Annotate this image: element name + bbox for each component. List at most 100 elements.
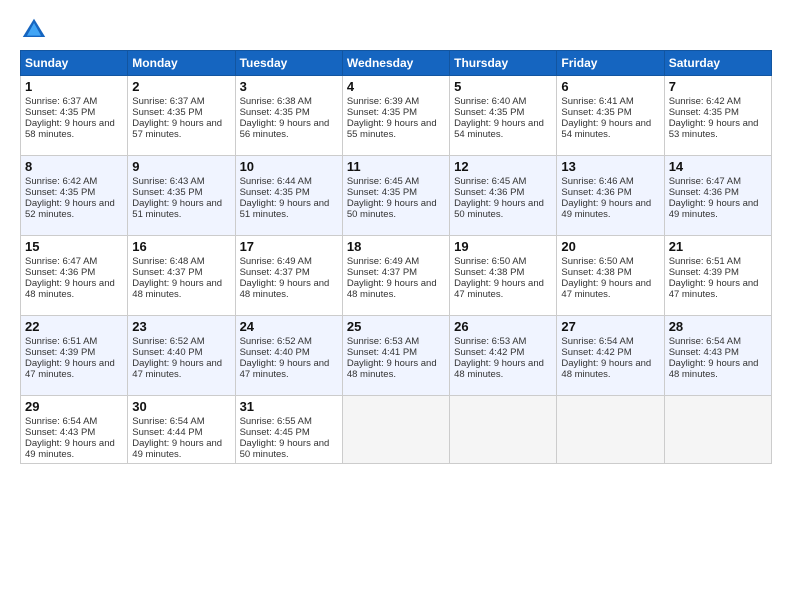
sunrise-line: Sunrise: 6:38 AM xyxy=(240,96,312,107)
calendar-cell: 20Sunrise: 6:50 AMSunset: 4:38 PMDayligh… xyxy=(557,236,664,316)
day-header-saturday: Saturday xyxy=(664,51,771,76)
daylight-label: Daylight: 9 hours and 58 minutes. xyxy=(25,118,115,140)
calendar-cell: 11Sunrise: 6:45 AMSunset: 4:35 PMDayligh… xyxy=(342,156,449,236)
calendar-cell: 30Sunrise: 6:54 AMSunset: 4:44 PMDayligh… xyxy=(128,396,235,464)
calendar-cell: 18Sunrise: 6:49 AMSunset: 4:37 PMDayligh… xyxy=(342,236,449,316)
sunset-line: Sunset: 4:35 PM xyxy=(240,107,310,118)
week-row-4: 22 Sunrise: 6:51 AMSunset: 4:39 PM Dayligh… xyxy=(21,316,772,396)
daylight-label: Daylight: 9 hours and 48 minutes. xyxy=(240,278,330,300)
sunrise-line: Sunrise: 6:51 AM xyxy=(25,336,97,347)
sunset-line: Sunset: 4:38 PM xyxy=(454,267,524,278)
sunrise-line: Sunrise: 6:46 AM xyxy=(561,176,633,187)
daylight-label: Daylight: 9 hours and 48 minutes. xyxy=(454,358,544,380)
calendar-cell: 7Sunrise: 6:42 AMSunset: 4:35 PMDaylight… xyxy=(664,76,771,156)
sunset-line: Sunset: 4:37 PM xyxy=(240,267,310,278)
daylight-label: Daylight: 9 hours and 54 minutes. xyxy=(454,118,544,140)
day-number: 26 xyxy=(454,319,552,334)
daylight-label: Daylight: 9 hours and 49 minutes. xyxy=(25,438,115,460)
calendar-cell: 2Sunrise: 6:37 AMSunset: 4:35 PMDaylight… xyxy=(128,76,235,156)
sunset-line: Sunset: 4:37 PM xyxy=(347,267,417,278)
sunset-line: Sunset: 4:42 PM xyxy=(561,347,631,358)
sunset-line: Sunset: 4:39 PM xyxy=(669,267,739,278)
sunrise-line: Sunrise: 6:53 AM xyxy=(454,336,526,347)
day-number: 10 xyxy=(240,159,338,174)
day-number: 3 xyxy=(240,79,338,94)
sunrise-line: Sunrise: 6:37 AM xyxy=(132,96,204,107)
day-number: 9 xyxy=(132,159,230,174)
daylight-label: Daylight: 9 hours and 57 minutes. xyxy=(132,118,222,140)
daylight-label: Daylight: 9 hours and 48 minutes. xyxy=(132,278,222,300)
sunrise-line: Sunrise: 6:54 AM xyxy=(561,336,633,347)
sunrise-line: Sunrise: 6:52 AM xyxy=(132,336,204,347)
sunrise-line: Sunrise: 6:51 AM xyxy=(669,256,741,267)
calendar-cell: 22Sunrise: 6:51 AMSunset: 4:39 PMDayligh… xyxy=(21,316,128,396)
daylight-label: Daylight: 9 hours and 47 minutes. xyxy=(669,278,759,300)
daylight-label: Daylight: 9 hours and 56 minutes. xyxy=(240,118,330,140)
calendar-cell: 14Sunrise: 6:47 AMSunset: 4:36 PMDayligh… xyxy=(664,156,771,236)
sunrise-line: Sunrise: 6:43 AM xyxy=(132,176,204,187)
sunrise-line: Sunrise: 6:39 AM xyxy=(347,96,419,107)
sunrise-line: Sunrise: 6:50 AM xyxy=(454,256,526,267)
sunrise-line: Sunrise: 6:44 AM xyxy=(240,176,312,187)
sunrise-line: Sunrise: 6:54 AM xyxy=(25,416,97,427)
calendar-cell: 28Sunrise: 6:54 AMSunset: 4:43 PMDayligh… xyxy=(664,316,771,396)
calendar-cell: 29Sunrise: 6:54 AMSunset: 4:43 PMDayligh… xyxy=(21,396,128,464)
calendar-cell xyxy=(557,396,664,464)
calendar-cell: 21Sunrise: 6:51 AMSunset: 4:39 PMDayligh… xyxy=(664,236,771,316)
sunrise-line: Sunrise: 6:52 AM xyxy=(240,336,312,347)
day-number: 5 xyxy=(454,79,552,94)
sunrise-line: Sunrise: 6:41 AM xyxy=(561,96,633,107)
sunrise-line: Sunrise: 6:50 AM xyxy=(561,256,633,267)
calendar-cell: 23Sunrise: 6:52 AMSunset: 4:40 PMDayligh… xyxy=(128,316,235,396)
week-row-3: 15Sunrise: 6:47 AMSunset: 4:36 PMDayligh… xyxy=(21,236,772,316)
sunrise-line: Sunrise: 6:53 AM xyxy=(347,336,419,347)
sunrise-line: Sunrise: 6:48 AM xyxy=(132,256,204,267)
calendar-cell xyxy=(664,396,771,464)
day-number: 2 xyxy=(132,79,230,94)
sunrise-line: Sunrise: 6:45 AM xyxy=(347,176,419,187)
calendar-cell: 13Sunrise: 6:46 AMSunset: 4:36 PMDayligh… xyxy=(557,156,664,236)
daylight-label: Daylight: 9 hours and 48 minutes. xyxy=(561,358,651,380)
sunset-line: Sunset: 4:35 PM xyxy=(347,187,417,198)
sunset-line: Sunset: 4:35 PM xyxy=(25,187,95,198)
day-header-wednesday: Wednesday xyxy=(342,51,449,76)
day-number: 24 xyxy=(240,319,338,334)
sunset-line: Sunset: 4:36 PM xyxy=(561,187,631,198)
day-number: 4 xyxy=(347,79,445,94)
calendar-cell: 25Sunrise: 6:53 AMSunset: 4:41 PMDayligh… xyxy=(342,316,449,396)
daylight-label: Daylight: 9 hours and 47 minutes. xyxy=(561,278,651,300)
daylight-label: Daylight: 9 hours and 48 minutes. xyxy=(669,358,759,380)
day-number: 7 xyxy=(669,79,767,94)
day-number: 22 xyxy=(25,319,123,334)
sunrise-line: Sunrise: 6:47 AM xyxy=(25,256,97,267)
sunset-line: Sunset: 4:39 PM xyxy=(25,347,95,358)
daylight-label: Daylight: 9 hours and 54 minutes. xyxy=(561,118,651,140)
day-number: 20 xyxy=(561,239,659,254)
sunrise-line: Sunrise: 6:40 AM xyxy=(454,96,526,107)
day-header-tuesday: Tuesday xyxy=(235,51,342,76)
sunset-line: Sunset: 4:40 PM xyxy=(132,347,202,358)
calendar-cell: 19Sunrise: 6:50 AMSunset: 4:38 PMDayligh… xyxy=(450,236,557,316)
daylight-label: Daylight: 9 hours and 51 minutes. xyxy=(132,198,222,220)
calendar-cell: 27Sunrise: 6:54 AMSunset: 4:42 PMDayligh… xyxy=(557,316,664,396)
week-row-5: 29Sunrise: 6:54 AMSunset: 4:43 PMDayligh… xyxy=(21,396,772,464)
day-header-thursday: Thursday xyxy=(450,51,557,76)
sunrise-line: Sunrise: 6:47 AM xyxy=(669,176,741,187)
day-number: 25 xyxy=(347,319,445,334)
calendar-cell: 31Sunrise: 6:55 AMSunset: 4:45 PMDayligh… xyxy=(235,396,342,464)
calendar-cell: 6Sunrise: 6:41 AMSunset: 4:35 PMDaylight… xyxy=(557,76,664,156)
calendar-cell: 1Sunrise: 6:37 AMSunset: 4:35 PMDaylight… xyxy=(21,76,128,156)
day-number: 29 xyxy=(25,399,123,414)
sunset-line: Sunset: 4:35 PM xyxy=(454,107,524,118)
day-header-sunday: Sunday xyxy=(21,51,128,76)
calendar-cell: 4Sunrise: 6:39 AMSunset: 4:35 PMDaylight… xyxy=(342,76,449,156)
page: SundayMondayTuesdayWednesdayThursdayFrid… xyxy=(0,0,792,612)
sunrise-line: Sunrise: 6:42 AM xyxy=(669,96,741,107)
calendar-header-row: SundayMondayTuesdayWednesdayThursdayFrid… xyxy=(21,51,772,76)
sunrise-line: Sunrise: 6:54 AM xyxy=(132,416,204,427)
sunrise-line: Sunrise: 6:49 AM xyxy=(347,256,419,267)
sunset-line: Sunset: 4:35 PM xyxy=(132,187,202,198)
daylight-label: Daylight: 9 hours and 48 minutes. xyxy=(347,358,437,380)
sunset-line: Sunset: 4:42 PM xyxy=(454,347,524,358)
sunset-line: Sunset: 4:35 PM xyxy=(240,187,310,198)
